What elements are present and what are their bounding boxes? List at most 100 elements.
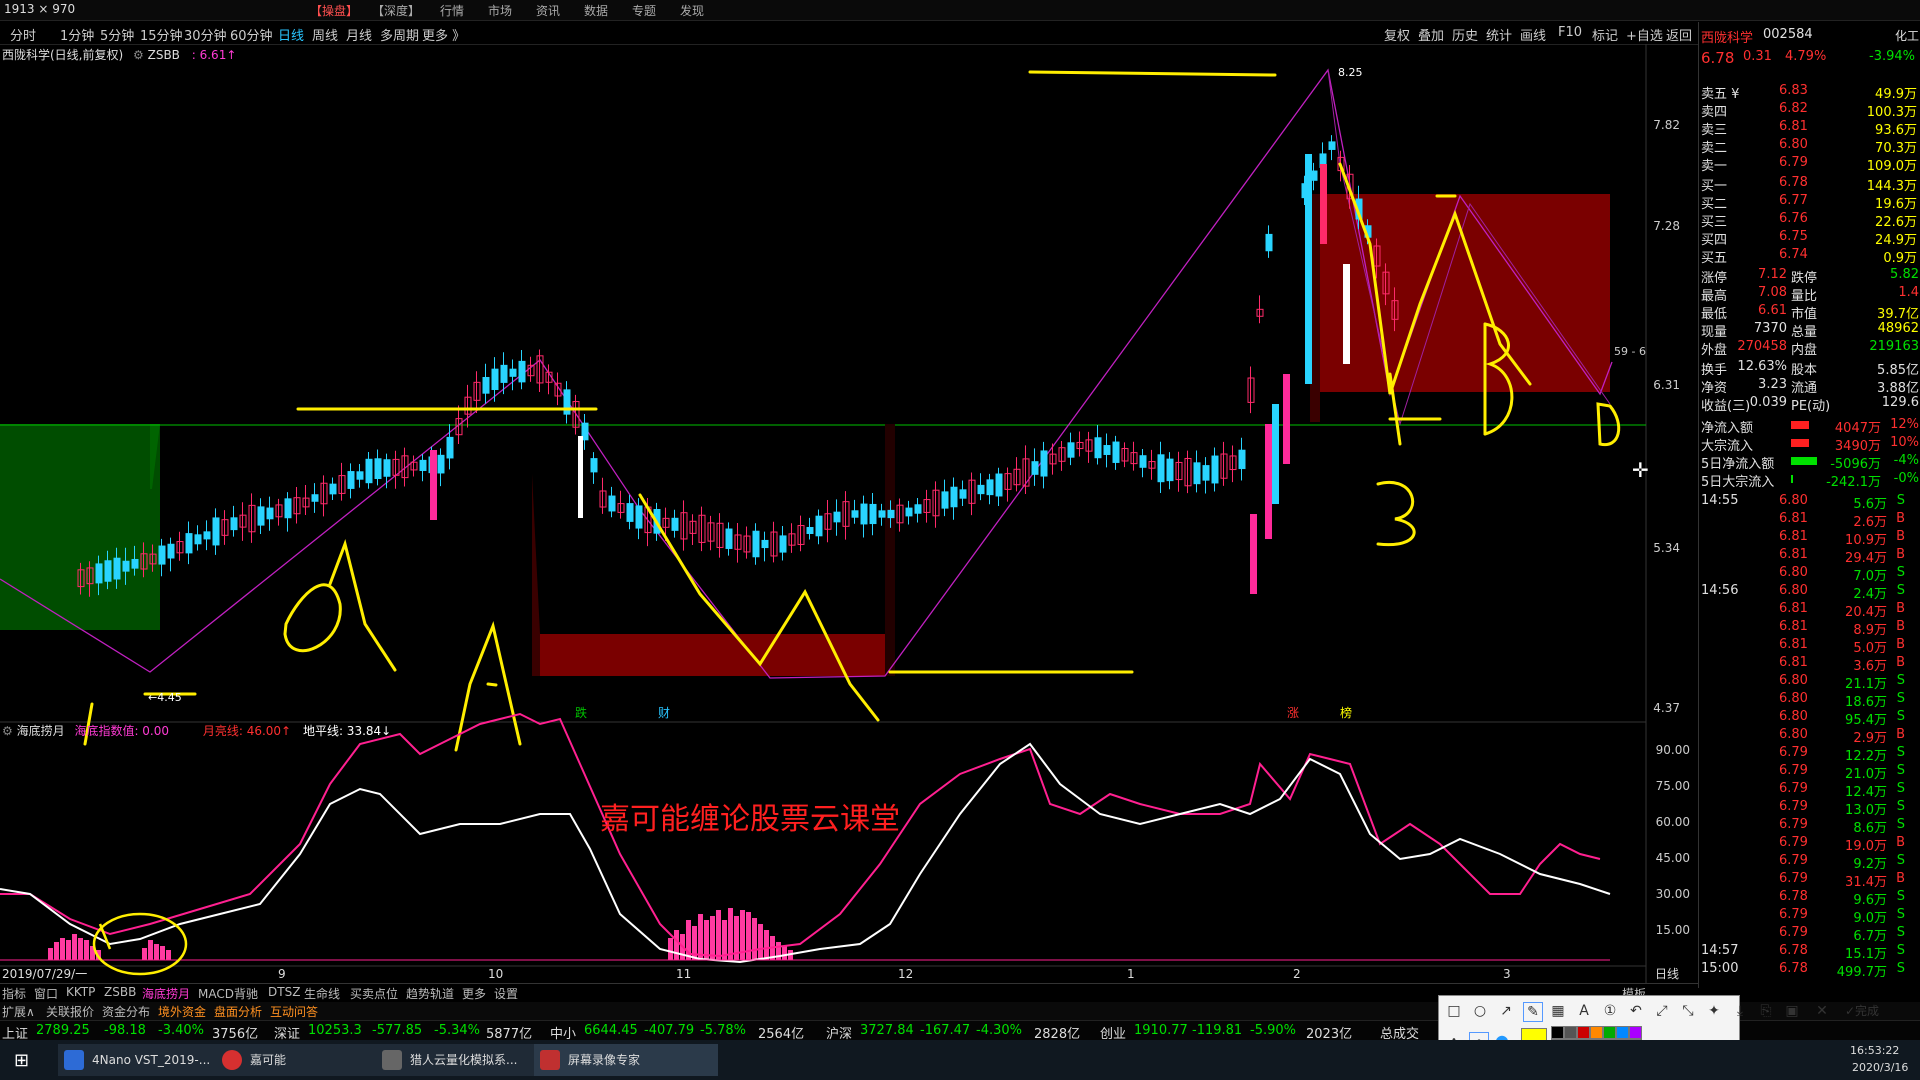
period-weekly[interactable]: 周线 [312, 25, 338, 44]
ext-jingwai[interactable]: 境外资金 [158, 1003, 206, 1020]
taskbar-app-recorder[interactable]: 屏幕录像专家 [534, 1044, 718, 1076]
stat-value: 48962 [1877, 321, 1919, 336]
menu-zixun[interactable]: 资讯 [536, 2, 560, 19]
period-15min[interactable]: 15分钟 [140, 25, 183, 44]
period-more[interactable]: 更多 》 [422, 25, 465, 44]
tab-zsbb[interactable]: ZSBB [104, 985, 136, 999]
expand-icon[interactable]: ⤡ [1679, 1002, 1697, 1020]
candle-body [833, 511, 841, 523]
bid-row[interactable]: 买五 6.74 0.9万 [1699, 246, 1920, 266]
btn-add-watchlist[interactable]: +自选 [1626, 25, 1663, 44]
taskbar-app-vst[interactable]: 4Nano VST_2019-... [58, 1044, 242, 1076]
ext-hudong[interactable]: 互动问答 [270, 1003, 318, 1020]
tab-chuangkou[interactable]: 窗口 [34, 985, 58, 1002]
undo-icon[interactable]: ↶ [1627, 1002, 1645, 1020]
clock-date[interactable]: 2020/3/16 [1852, 1061, 1908, 1074]
candle-body [167, 543, 175, 559]
zoom-icon[interactable]: ⤢ [1653, 1002, 1671, 1020]
ask-row[interactable]: 卖三 6.81 93.6万 [1699, 118, 1920, 138]
bid-row[interactable]: 买三 6.76 22.6万 [1699, 210, 1920, 230]
btn-diejia[interactable]: 叠加 [1418, 25, 1444, 44]
mosaic-icon[interactable]: ▦ [1549, 1002, 1567, 1020]
color-swatch[interactable] [1616, 1026, 1629, 1039]
rectangle-icon[interactable]: □ [1445, 1002, 1463, 1020]
ask-price: 6.83 [1779, 83, 1808, 98]
period-1min[interactable]: 1分钟 [60, 25, 94, 44]
gear-icon[interactable]: ⚙ [2, 724, 13, 738]
period-daily[interactable]: 日线 [278, 25, 304, 44]
tab-dtsz[interactable]: DTSZ [268, 985, 300, 999]
color-swatch[interactable] [1564, 1026, 1577, 1039]
tab-zhibiao[interactable]: 指标 [2, 985, 26, 1002]
tick-side: B [1896, 871, 1905, 886]
btn-lishi[interactable]: 历史 [1452, 25, 1478, 44]
tab-maimaidianwei[interactable]: 买卖点位 [350, 985, 398, 1002]
menu-zhuanti[interactable]: 专题 [632, 2, 656, 19]
text-icon[interactable]: A [1575, 1002, 1593, 1020]
bid-price: 6.77 [1779, 193, 1808, 208]
btn-fuquan[interactable]: 复权 [1384, 25, 1410, 44]
copy-icon[interactable]: ⎘ [1757, 1002, 1775, 1020]
candle-body [284, 498, 292, 519]
tab-haidilaoyue[interactable]: 海底捞月 [142, 985, 190, 1002]
btn-f10[interactable]: F10 [1558, 25, 1582, 40]
tab-shengmingxian[interactable]: 生命线 [304, 985, 340, 1002]
ext-toggle[interactable]: 扩展∧ [2, 1003, 35, 1020]
menu-hangqing[interactable]: 行情 [440, 2, 464, 19]
color-swatch[interactable] [1603, 1026, 1616, 1039]
tab-kktp[interactable]: KKTP [66, 985, 95, 999]
period-monthly[interactable]: 月线 [346, 25, 372, 44]
download-icon[interactable]: ⤓ [1731, 1002, 1749, 1020]
kline-chart[interactable]: 7.82 7.28 6.31 5.34 4.37 8.25 ←4.45 59 -… [0, 44, 1698, 983]
number-icon[interactable]: ① [1601, 1002, 1619, 1020]
windows-start-icon[interactable]: ⊞ [14, 1050, 29, 1071]
menu-faxian[interactable]: 发现 [680, 2, 704, 19]
pen-icon[interactable]: ✎ [1523, 1002, 1543, 1022]
arrow-icon[interactable]: ↗ [1497, 1002, 1515, 1020]
done-button[interactable]: ✓完成 [1839, 1002, 1885, 1020]
menu-caopan[interactable]: 【操盘】 [310, 2, 358, 19]
tab-macd[interactable]: MACD背驰 [198, 985, 258, 1002]
bid-row[interactable]: 买四 6.75 24.9万 [1699, 228, 1920, 248]
pin-icon[interactable]: ✦ [1705, 1002, 1723, 1020]
period-multi[interactable]: 多周期 [380, 25, 419, 44]
btn-back[interactable]: 返回 [1666, 25, 1692, 44]
ext-guanlian[interactable]: 关联报价 [46, 1003, 94, 1020]
tick-side: S [1896, 889, 1905, 904]
period-5min[interactable]: 5分钟 [100, 25, 134, 44]
period-30min[interactable]: 30分钟 [184, 25, 227, 44]
menu-shuju[interactable]: 数据 [584, 2, 608, 19]
candle-body [185, 533, 193, 554]
save-icon[interactable]: ▣ [1783, 1002, 1801, 1020]
taskbar-app-lieren[interactable]: 猎人云量化模拟系... [376, 1044, 560, 1076]
bid-row[interactable]: 买二 6.77 19.6万 [1699, 192, 1920, 212]
btn-biaoji[interactable]: 标记 [1592, 25, 1618, 44]
high-price-label: 8.25 [1338, 66, 1363, 79]
ext-panmian[interactable]: 盘面分析 [214, 1003, 262, 1020]
ellipse-icon[interactable]: ○ [1471, 1002, 1489, 1020]
stat-key: 内盘 [1791, 343, 1818, 358]
menu-shichang[interactable]: 市场 [488, 2, 512, 19]
tab-settings[interactable]: 设置 [494, 985, 518, 1002]
ask-row[interactable]: 卖四 6.82 100.3万 [1699, 100, 1920, 120]
close-icon[interactable]: ✕ [1813, 1002, 1831, 1020]
bid-row[interactable]: 买一 6.78 144.3万 [1699, 174, 1920, 194]
btn-tongji[interactable]: 统计 [1486, 25, 1512, 44]
tab-more[interactable]: 更多 [462, 985, 486, 1002]
period-60min[interactable]: 60分钟 [230, 25, 273, 44]
btn-huaxian[interactable]: 画线 [1520, 25, 1546, 44]
taskbar-app-jiakeneng[interactable]: 嘉可能 [216, 1044, 400, 1076]
ask-row[interactable]: 卖二 6.80 70.3万 [1699, 136, 1920, 156]
stat-row: 最高 7.08 量比 1.4 [1699, 284, 1920, 304]
color-swatch[interactable] [1551, 1026, 1564, 1039]
ask-row[interactable]: 卖五 ¥ 6.83 49.9万 [1699, 82, 1920, 102]
color-swatch[interactable] [1590, 1026, 1603, 1039]
color-swatch[interactable] [1577, 1026, 1590, 1039]
color-swatch[interactable] [1629, 1026, 1642, 1039]
clock-time[interactable]: 16:53:22 [1850, 1044, 1899, 1057]
period-fenshi[interactable]: 分时 [10, 25, 36, 44]
ask-row[interactable]: 卖一 6.79 109.0万 [1699, 154, 1920, 174]
menu-shendu[interactable]: 【深度】 [372, 2, 420, 19]
ext-zijin[interactable]: 资金分布 [102, 1003, 150, 1020]
tab-qushiguidao[interactable]: 趋势轨道 [406, 985, 454, 1002]
